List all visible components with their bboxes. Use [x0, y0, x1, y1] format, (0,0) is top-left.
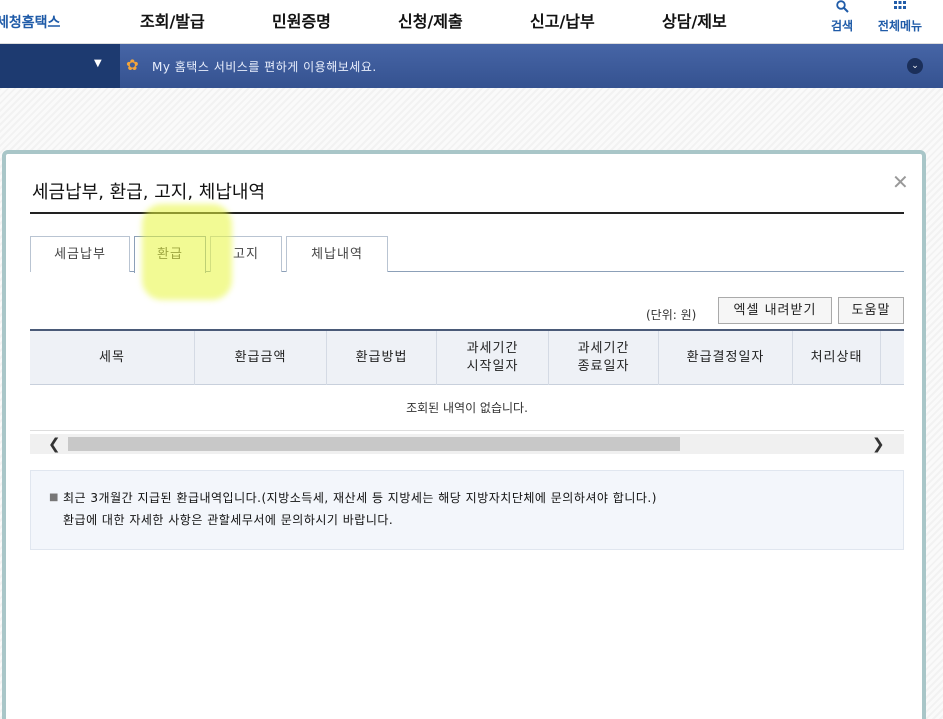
nav-item-inquiry[interactable]: 조회/발급	[140, 8, 205, 32]
nav-item-application[interactable]: 신청/제출	[398, 8, 463, 32]
modal-title: 세금납부, 환급, 고지, 체납내역	[32, 182, 266, 203]
tab-arrears[interactable]: 체납내역	[286, 236, 388, 272]
column-header: 과세기간 시작일자	[437, 331, 549, 385]
expand-circle-icon[interactable]: ⌄	[907, 58, 923, 74]
tab-tax-payment[interactable]: 세금납부	[30, 236, 130, 272]
column-header: 환급결정일자	[659, 331, 793, 385]
close-icon[interactable]: ✕	[892, 172, 909, 192]
title-divider	[30, 212, 904, 214]
site-logo[interactable]: 세청홈택스	[0, 12, 60, 32]
notice-box: ■ 최근 3개월간 지급된 환급내역입니다.(지방소득세, 재산세 등 지방세는…	[30, 470, 904, 550]
all-menu-label: 전체메뉴	[877, 19, 923, 33]
search-button[interactable]: 검색	[812, 0, 872, 34]
table-header: 세목 환급금액 환급방법 과세기간 시작일자 과세기간 종료일자 환급결정일자 …	[30, 329, 904, 385]
nav-item-consultation[interactable]: 상담/제보	[662, 8, 727, 32]
nav-item-report-payment[interactable]: 신고/납부	[530, 8, 595, 32]
my-menu-dropdown[interactable]	[0, 44, 120, 88]
chevron-right-icon[interactable]: ❯	[872, 434, 885, 454]
scrollbar-thumb[interactable]	[68, 437, 680, 451]
my-hometax-message: My 홈택스 서비스를 편하게 이용해보세요.	[152, 60, 377, 74]
search-icon	[812, 0, 872, 14]
column-header: 환급방법	[327, 331, 437, 385]
refund-modal: 세금납부, 환급, 고지, 체납내역 ✕ 세금납부 환급 고지 체납내역 (단위…	[2, 150, 926, 719]
tab-refund[interactable]: 환급	[134, 236, 206, 273]
column-header: 세목	[30, 331, 195, 385]
horizontal-scrollbar[interactable]: ❮ ❯	[30, 434, 904, 454]
help-button[interactable]: 도움말	[838, 297, 904, 324]
column-header: 처리상태	[793, 331, 881, 385]
caret-down-icon[interactable]: ▼	[94, 58, 102, 69]
tab-bar: 세금납부 환급 고지 체납내역	[30, 236, 904, 273]
notice-line-2: 환급에 대한 자세한 사항은 관할세무서에 문의하시기 바랍니다.	[63, 513, 394, 527]
top-navigation: 세청홈택스 조회/발급 민원증명 신청/제출 신고/납부 상담/제보 검색 전체…	[0, 0, 943, 44]
flower-icon: ✿	[126, 56, 139, 74]
unit-label: (단위: 원)	[646, 308, 697, 322]
empty-table-message: 조회된 내역이 없습니다.	[30, 385, 904, 431]
bullet-icon: ■	[49, 492, 59, 503]
grid-icon	[870, 0, 930, 14]
my-hometax-bar: ▼ ✿ My 홈택스 서비스를 편하게 이용해보세요. ⌄	[0, 44, 943, 88]
column-header: 과세기간 종료일자	[549, 331, 659, 385]
tab-notice[interactable]: 고지	[210, 236, 282, 272]
nav-item-certificates[interactable]: 민원증명	[272, 8, 331, 32]
notice-line-1: 최근 3개월간 지급된 환급내역입니다.(지방소득세, 재산세 등 지방세는 해…	[63, 491, 657, 505]
search-label: 검색	[830, 19, 854, 33]
column-header: 환급금액	[195, 331, 327, 385]
excel-download-button[interactable]: 엑셀 내려받기	[718, 297, 832, 324]
all-menu-button[interactable]: 전체메뉴	[870, 0, 930, 34]
chevron-left-icon[interactable]: ❮	[48, 434, 61, 454]
